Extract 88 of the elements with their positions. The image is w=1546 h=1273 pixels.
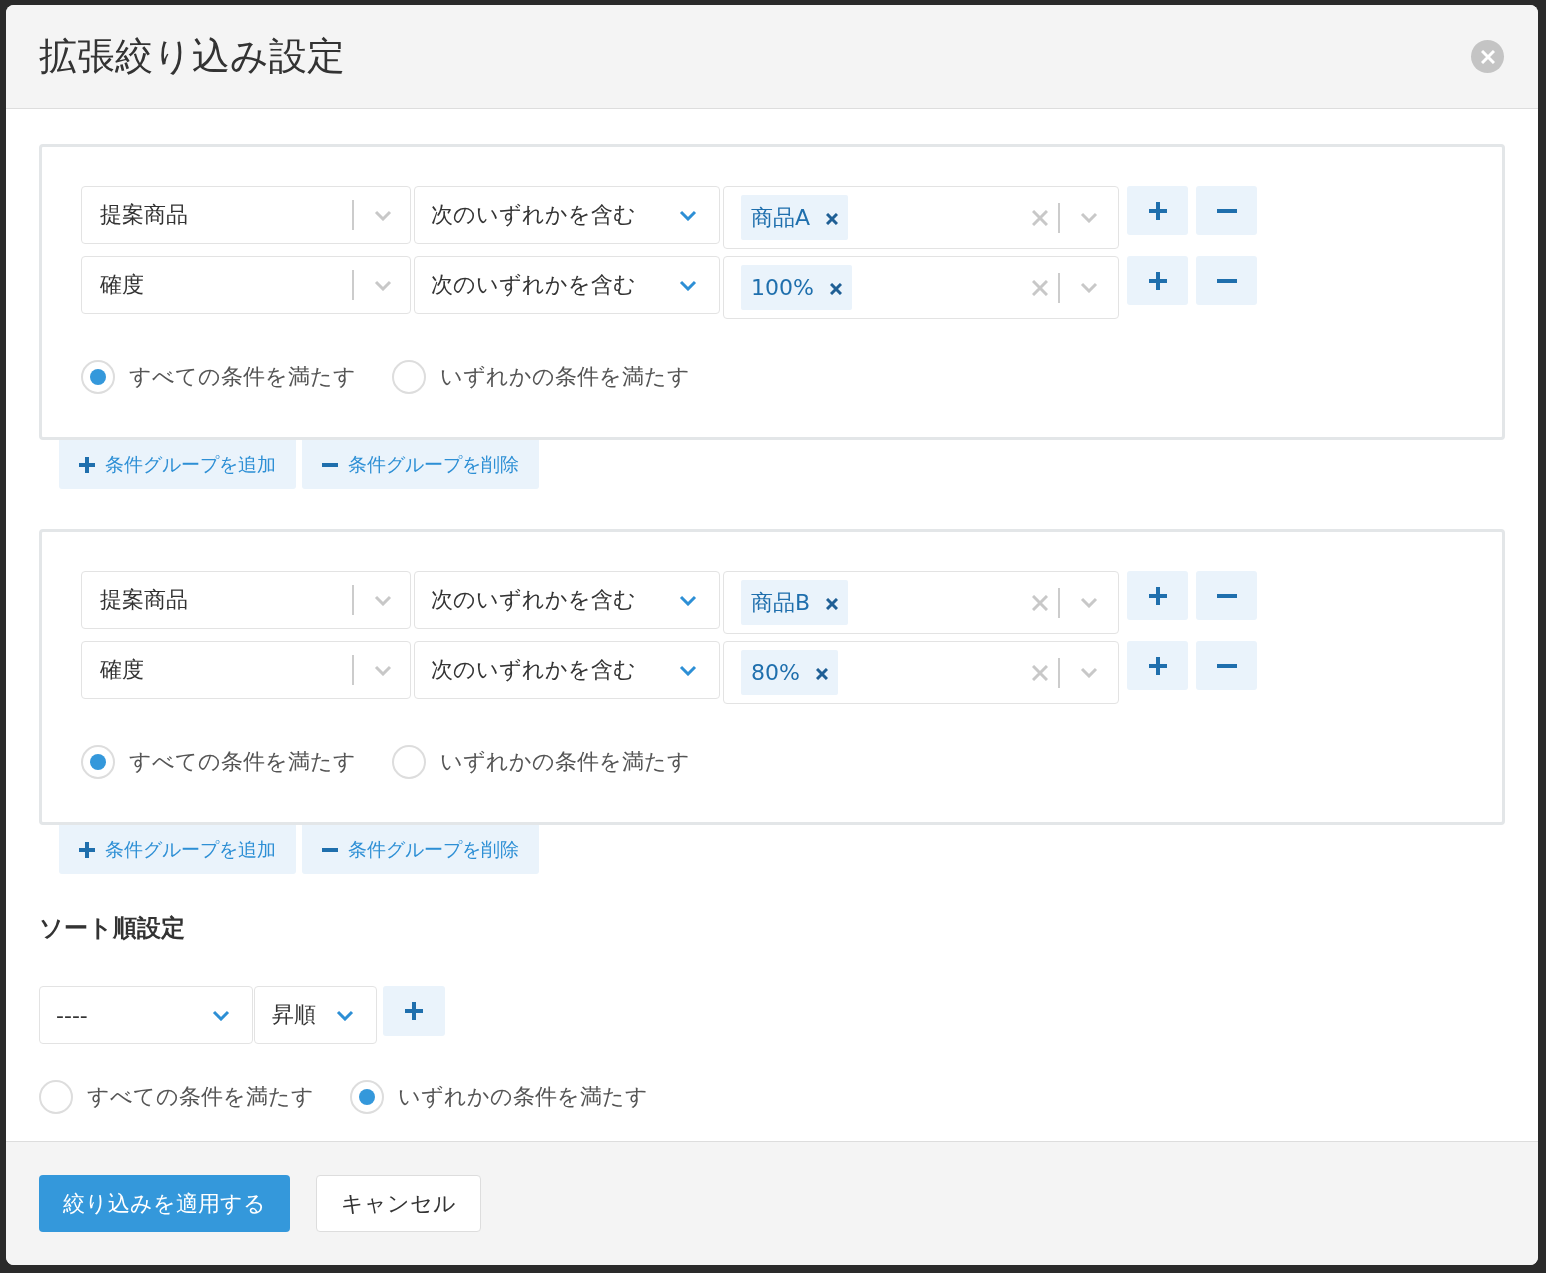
chevron-down-icon [1080,282,1098,293]
value-select[interactable]: 80% [723,641,1119,704]
clear-icon [1032,664,1048,681]
radio-label: いずれかの条件を満たす [398,1083,648,1111]
remove-condition-button[interactable] [1196,186,1257,235]
chevron-down-icon [679,279,697,291]
field-select[interactable]: 確度 [81,256,411,314]
sort-field-select[interactable]: ---- [39,986,253,1044]
value-select[interactable]: 100% [723,256,1119,319]
plus-icon [79,841,95,858]
minus-icon [1216,663,1237,668]
remove-tag-icon [826,212,839,225]
field-value: 提案商品 [100,586,189,614]
radio-button[interactable] [81,745,115,779]
chevron-down-icon [1080,667,1098,678]
field-value: 提案商品 [100,201,189,229]
chevron-down-icon [679,594,697,606]
sort-field-value: ---- [56,1002,88,1028]
plus-icon [79,456,95,473]
radio-button[interactable] [392,745,426,779]
remove-tag-icon [826,597,839,610]
radio-label: すべての条件を満たす [129,748,356,776]
tag-label: 商品B [751,588,811,617]
plus-icon [1148,201,1167,220]
chevron-down-icon [374,279,392,291]
chevron-down-icon [374,209,392,221]
remove-tag-icon [829,282,842,295]
plus-icon [1148,271,1167,290]
remove-condition-button[interactable] [1196,571,1257,620]
radio-label: いずれかの条件を満たす [440,363,690,391]
clear-icon [1032,209,1048,226]
remove-condition-button[interactable] [1196,641,1257,690]
tag-label: 商品A [751,203,811,232]
radio-button[interactable] [39,1080,73,1114]
minus-icon [1216,278,1237,283]
minus-icon [322,847,338,852]
dialog-title: 拡張絞り込み設定 [39,33,345,80]
remove-tag-icon [815,667,828,680]
operator-value: 次のいずれかを含む [431,586,636,614]
sort-order-value: 昇順 [272,1001,316,1029]
operator-select[interactable]: 次のいずれかを含む [414,571,720,629]
tag-label: 80% [751,660,800,685]
plus-icon [1148,586,1167,605]
value-select[interactable]: 商品A [723,186,1119,249]
cancel-button[interactable]: キャンセル [316,1175,481,1232]
chevron-down-icon [212,1009,230,1021]
chevron-down-icon [679,209,697,221]
clear-icon [1032,279,1048,296]
field-value: 確度 [100,656,145,684]
chevron-down-icon [1080,212,1098,223]
radio-label: すべての条件を満たす [129,363,356,391]
chevron-down-icon [374,594,392,606]
tag-label: 100% [751,275,814,300]
operator-value: 次のいずれかを含む [431,656,636,684]
field-value: 確度 [100,271,145,299]
radio-label: すべての条件を満たす [87,1083,314,1111]
radio-button[interactable] [81,360,115,394]
chevron-down-icon [336,1009,354,1021]
value-select[interactable]: 商品B [723,571,1119,634]
minus-icon [322,462,338,467]
plus-icon [1148,656,1167,675]
add-condition-button[interactable] [1127,186,1188,235]
chevron-down-icon [374,664,392,676]
field-select[interactable]: 確度 [81,641,411,699]
radio-button[interactable] [392,360,426,394]
add-condition-button[interactable] [1127,571,1188,620]
minus-icon [1216,593,1237,598]
radio-label: いずれかの条件を満たす [440,748,690,776]
clear-icon [1032,594,1048,611]
operator-value: 次のいずれかを含む [431,201,636,229]
remove-condition-button[interactable] [1196,256,1257,305]
chevron-down-icon [679,664,697,676]
field-select[interactable]: 提案商品 [81,186,411,244]
section-heading: ソート順設定 [39,913,185,944]
operator-value: 次のいずれかを含む [431,271,636,299]
add-sort-button[interactable] [383,986,445,1036]
field-select[interactable]: 提案商品 [81,571,411,629]
operator-select[interactable]: 次のいずれかを含む [414,186,720,244]
operator-select[interactable]: 次のいずれかを含む [414,641,720,699]
add-condition-button[interactable] [1127,256,1188,305]
plus-icon [405,1002,423,1020]
close-icon [1480,49,1495,64]
operator-select[interactable]: 次のいずれかを含む [414,256,720,314]
chevron-down-icon [1080,597,1098,608]
add-condition-button[interactable] [1127,641,1188,690]
radio-button[interactable] [350,1080,384,1114]
sort-order-select[interactable]: 昇順 [254,986,377,1044]
minus-icon [1216,208,1237,213]
